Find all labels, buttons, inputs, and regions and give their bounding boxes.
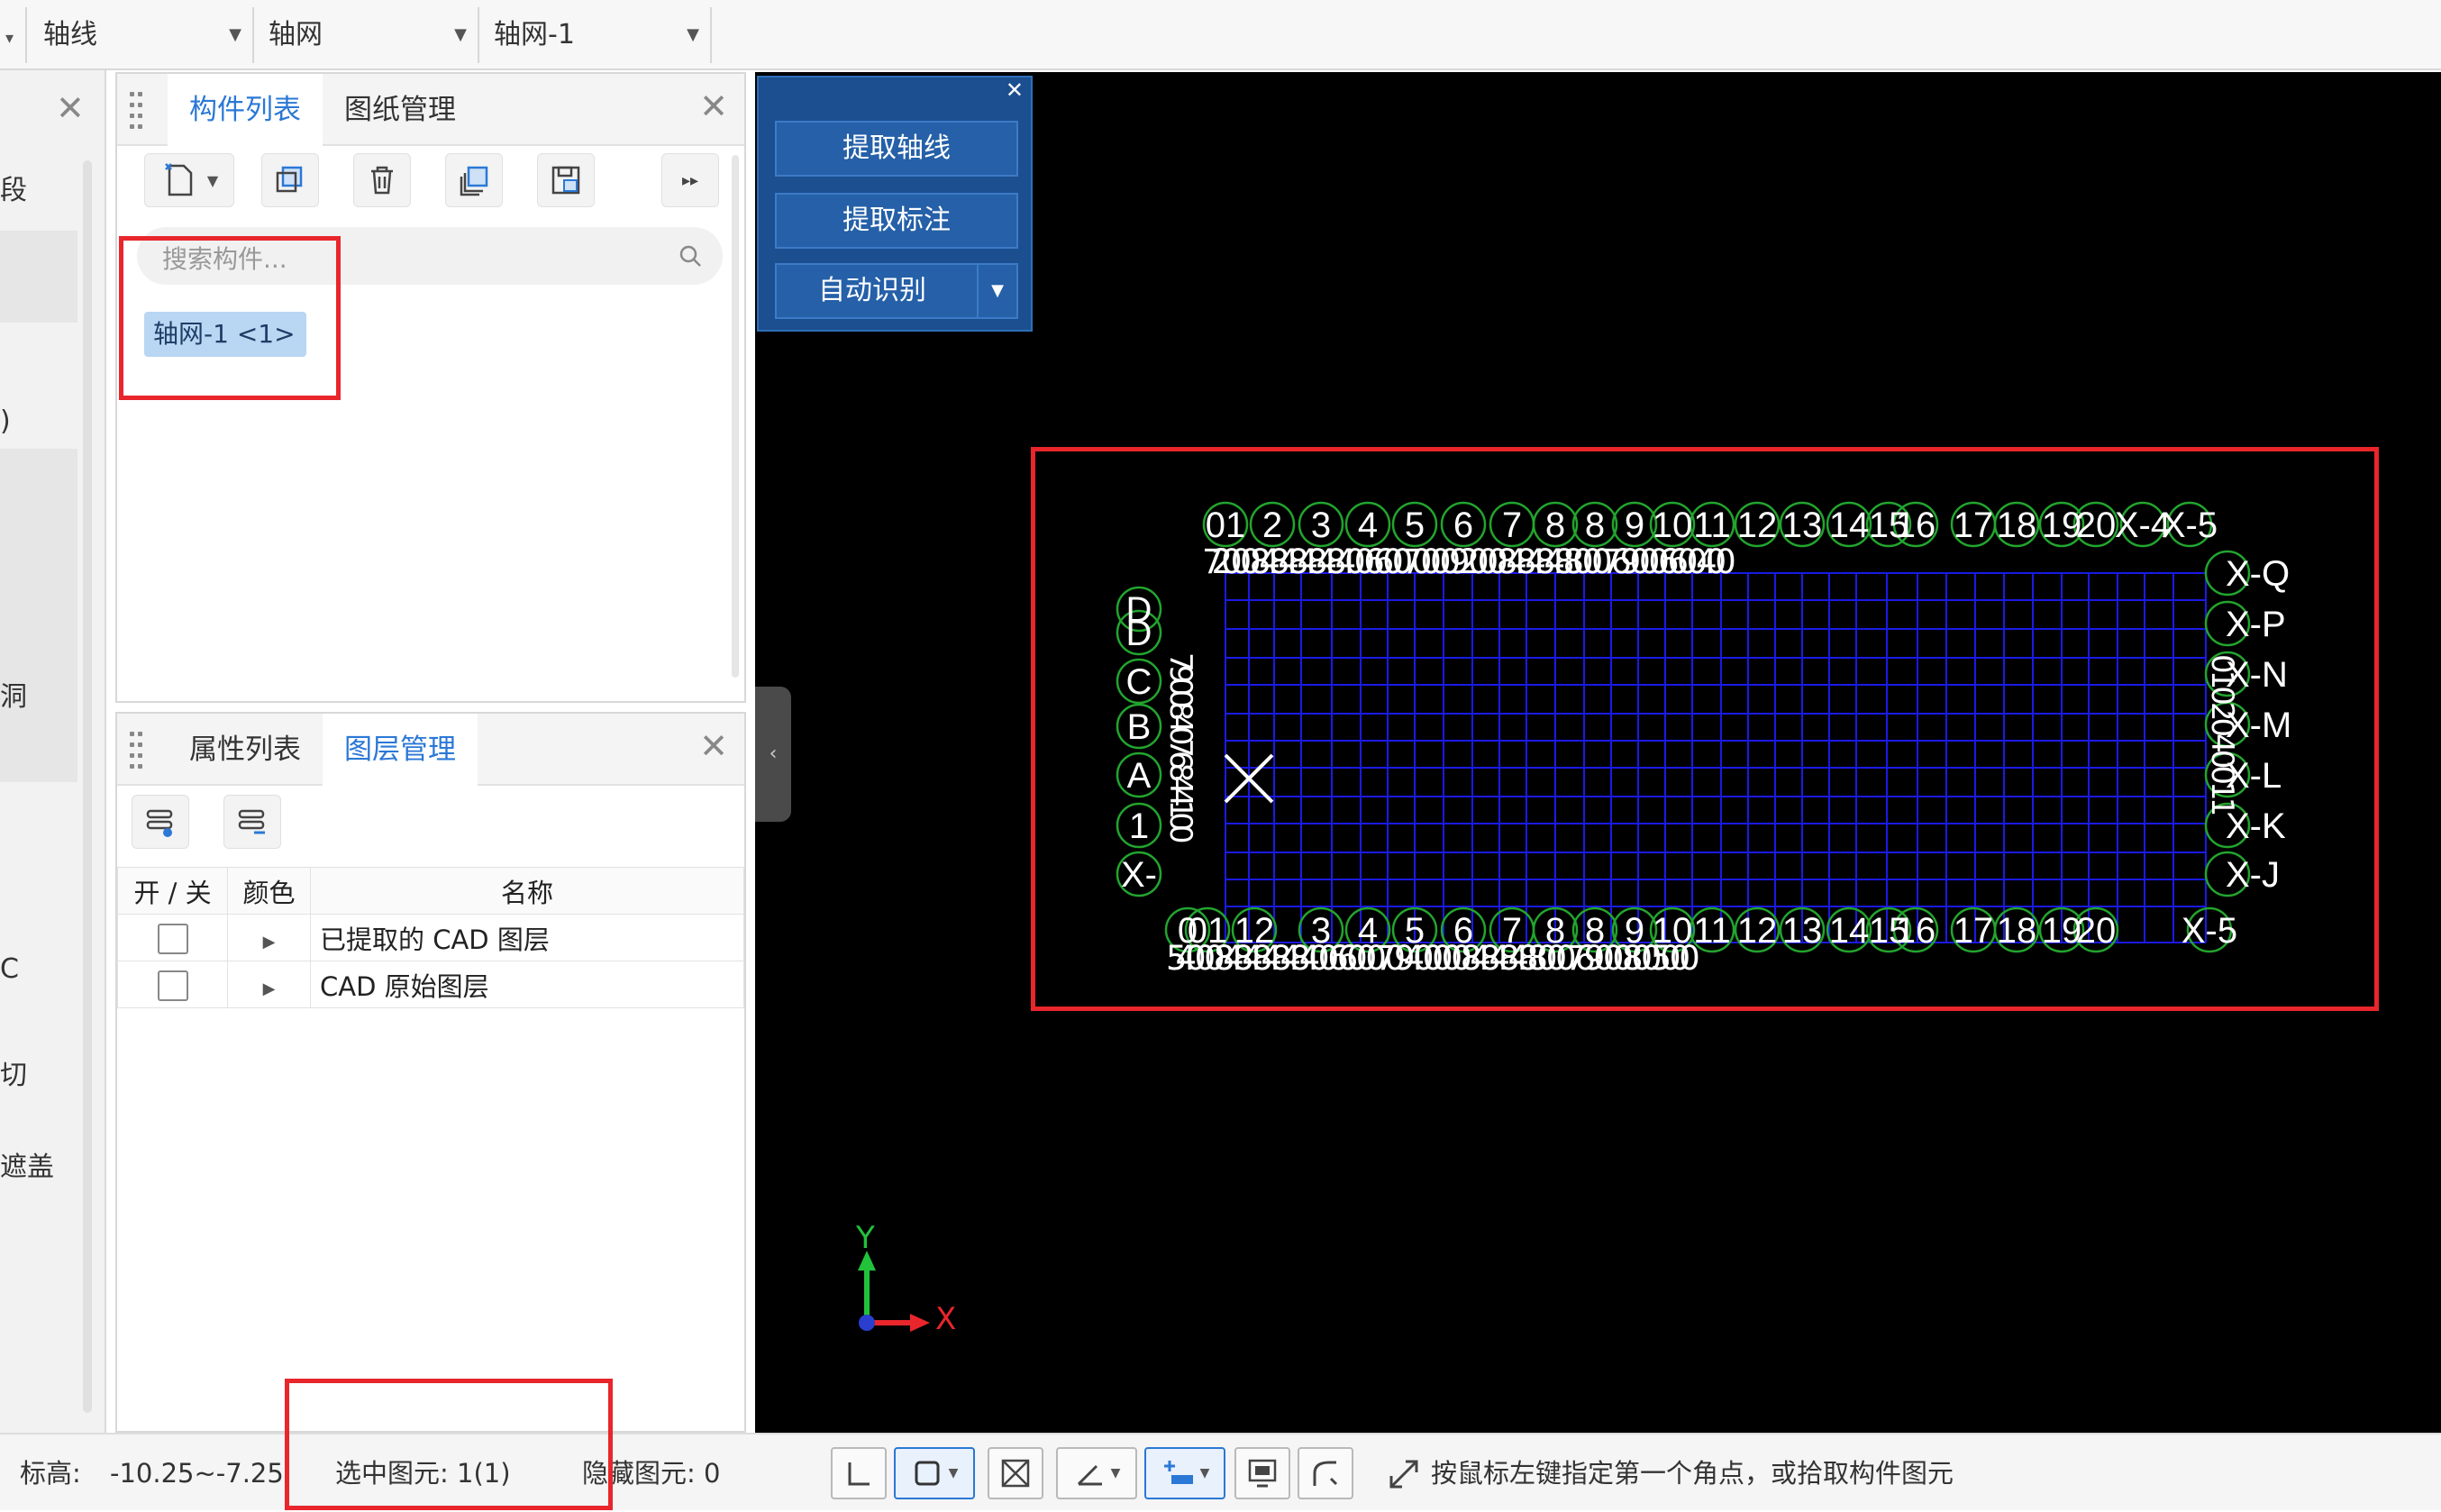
rectangle-select-icon	[915, 1461, 940, 1486]
angle-icon	[1077, 1464, 1102, 1486]
table-header: 开 / 关 颜色 名称	[117, 867, 744, 915]
elevation-value: -10.25~-7.25	[110, 1458, 284, 1489]
layers-copy-icon	[460, 166, 488, 196]
chevron-down-icon: ▼	[229, 25, 241, 44]
command-hint: 按鼠标左键指定第一个角点，或拾取构件图元	[1431, 1458, 1954, 1489]
tab-property-list[interactable]: 属性列表	[168, 714, 323, 786]
copy-component-button[interactable]	[261, 153, 319, 207]
chevron-down-icon: ▼	[1199, 1466, 1210, 1480]
drawing-canvas[interactable]: ‹ ✕ 提取轴线 提取标注 自动识别 ▼ 01 2 3 4 5 6 7 8 8 9 10 11 12 13…	[755, 72, 2441, 1433]
curve-icon	[1313, 1461, 1338, 1486]
table-row[interactable]: ▶ CAD 原始图层	[117, 961, 744, 1008]
nav-item[interactable]: 切	[0, 1052, 27, 1092]
layer-toggle-checkbox[interactable]	[157, 923, 188, 954]
navigation-strip: ✕ 段 ) 洞 C 切 遮盖	[0, 70, 106, 1433]
component-panel-tabbar: 构件列表 图纸管理 ✕	[117, 74, 744, 146]
category-select-value: 轴线	[43, 19, 97, 50]
component-select[interactable]: 轴网-1 ▼	[481, 7, 712, 63]
display-button[interactable]	[1234, 1447, 1290, 1499]
drag-handle-icon[interactable]	[130, 92, 144, 129]
nav-item[interactable]: 段	[0, 168, 27, 207]
more-tools-button[interactable]: ▸▸	[661, 153, 719, 207]
drawing-highlight-box	[1031, 447, 2379, 1011]
layer-management-panel: 属性列表 图层管理 ✕ 开 / 关 颜色 名称 ▶ 已提取的 CAD 图层 ▶ …	[115, 712, 746, 1433]
layer-name: 已提取的 CAD 图层	[310, 914, 744, 961]
chevron-down-icon: ▼	[948, 1466, 959, 1480]
cross-select-icon	[1001, 1459, 1030, 1488]
chevron-down-icon: ▼	[454, 25, 467, 44]
cross-select-button[interactable]	[988, 1447, 1043, 1499]
scrollbar[interactable]	[83, 160, 92, 1413]
delete-component-button[interactable]	[353, 153, 411, 207]
chevron-down-icon: ▼	[687, 25, 699, 44]
duplicate-layer-button[interactable]	[445, 153, 503, 207]
x-axis-arrowhead	[910, 1314, 930, 1332]
new-file-icon	[164, 163, 193, 196]
layer-panel-tabbar: 属性列表 图层管理 ✕	[117, 714, 744, 786]
show-layer-button[interactable]	[132, 795, 189, 849]
layer-hidden-icon	[238, 809, 265, 834]
ortho-button[interactable]	[831, 1447, 887, 1499]
save-icon	[551, 166, 580, 195]
layer-visible-icon	[146, 809, 173, 837]
component-select-value: 轴网-1	[494, 19, 575, 50]
snap-rectangle-button[interactable]: ▼	[894, 1447, 975, 1499]
search-icon	[679, 245, 701, 267]
layer-table: 开 / 关 颜色 名称 ▶ 已提取的 CAD 图层 ▶ CAD 原始图层	[117, 867, 744, 1008]
origin-dot	[859, 1315, 875, 1331]
angle-button[interactable]: ▼	[1056, 1447, 1137, 1499]
type-select-value: 轴网	[269, 19, 323, 50]
layer-name: CAD 原始图层	[310, 961, 744, 1008]
column-header-name: 名称	[310, 867, 744, 915]
hide-layer-button[interactable]	[223, 795, 281, 849]
expand-arrows-icon	[1389, 1460, 1418, 1489]
nav-item[interactable]: C	[0, 953, 19, 985]
x-axis-label: X	[935, 1301, 957, 1337]
tab-component-list[interactable]: 构件列表	[168, 74, 323, 146]
ortho-icon	[848, 1462, 870, 1486]
chevron-down-icon: ▼	[1110, 1466, 1121, 1480]
close-icon[interactable]: ✕	[699, 726, 728, 766]
double-arrow-right-icon: ▸▸	[681, 170, 699, 190]
dynamic-input-icon	[1163, 1461, 1193, 1484]
type-select[interactable]: 轴网 ▼	[256, 7, 479, 63]
table-row[interactable]: ▶ 已提取的 CAD 图层	[117, 914, 744, 961]
expand-arrow-icon[interactable]: ▶	[263, 933, 276, 952]
toolbar-dropdown-arrow[interactable]: ▾	[0, 7, 27, 63]
selection-highlight-box	[285, 1379, 613, 1510]
column-header-toggle: 开 / 关	[117, 867, 228, 915]
elevation-label: 标高:	[20, 1458, 81, 1489]
nav-highlight	[0, 231, 77, 323]
nav-item[interactable]: )	[0, 405, 11, 437]
column-header-color: 颜色	[227, 867, 311, 915]
highlight-box	[119, 236, 341, 400]
close-icon[interactable]: ✕	[699, 87, 728, 126]
scrollbar[interactable]	[732, 155, 739, 678]
tab-drawing-management[interactable]: 图纸管理	[323, 74, 478, 146]
save-template-button[interactable]	[537, 153, 595, 207]
close-icon[interactable]: ✕	[56, 88, 85, 128]
monitor-icon	[1248, 1459, 1277, 1488]
nav-item[interactable]: 洞	[0, 674, 27, 714]
top-toolbar: ▾ 轴线 ▼ 轴网 ▼ 轴网-1 ▼	[0, 0, 2441, 70]
category-select[interactable]: 轴线 ▼	[31, 7, 254, 63]
tab-layer-management[interactable]: 图层管理	[323, 714, 478, 786]
expand-arrow-icon[interactable]: ▶	[263, 979, 276, 998]
drag-handle-icon[interactable]	[130, 732, 144, 769]
chevron-down-icon: ▼	[206, 171, 219, 189]
nav-highlight	[0, 449, 77, 782]
layer-toggle-checkbox[interactable]	[157, 970, 188, 1001]
trash-icon	[371, 166, 393, 195]
nav-item[interactable]: 遮盖	[0, 1144, 54, 1184]
new-component-button[interactable]: ▼	[144, 153, 234, 207]
curve-edit-button[interactable]	[1298, 1447, 1353, 1499]
copy-icon	[276, 166, 303, 193]
dynamic-input-button[interactable]: ▼	[1144, 1447, 1225, 1499]
y-axis-label: Y	[856, 1220, 875, 1256]
